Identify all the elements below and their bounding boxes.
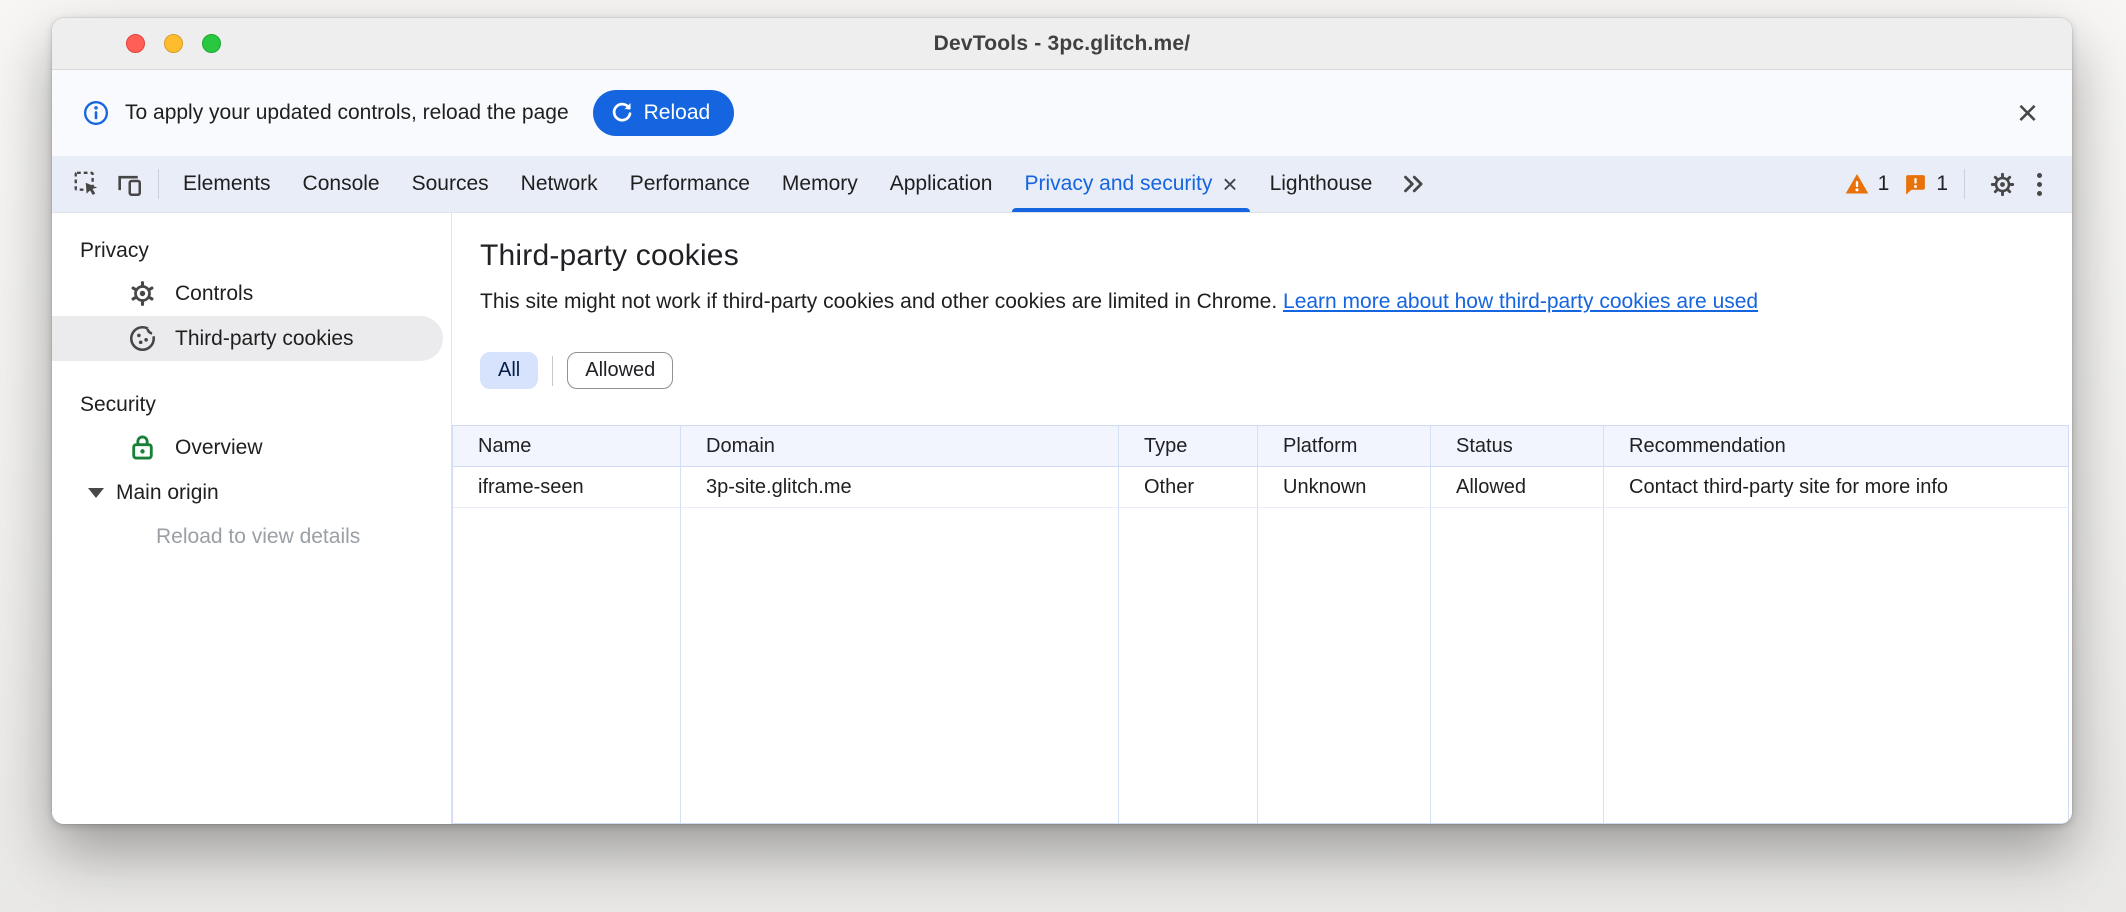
column-header-type[interactable]: Type bbox=[1119, 426, 1258, 467]
status-filter-group: All Allowed bbox=[480, 352, 2072, 389]
third-party-cookies-panel: Third-party cookies This site might not … bbox=[452, 213, 2072, 824]
filter-chip-allowed[interactable]: Allowed bbox=[567, 352, 673, 389]
table-cell-name[interactable]: iframe-seen bbox=[453, 467, 681, 508]
reload-button-label: Reload bbox=[644, 101, 711, 125]
sidebar-section-privacy: Privacy bbox=[52, 233, 451, 271]
table-empty-area bbox=[1604, 508, 2068, 823]
sidebar-item-third-party-cookies[interactable]: Third-party cookies bbox=[52, 316, 443, 361]
tab-console[interactable]: Console bbox=[289, 156, 394, 212]
triangle-down-icon bbox=[88, 488, 104, 498]
gear-icon bbox=[127, 278, 158, 309]
filter-divider bbox=[552, 356, 553, 386]
issue-icon bbox=[1903, 172, 1928, 197]
warning-icon bbox=[1844, 171, 1870, 197]
column-header-status[interactable]: Status bbox=[1431, 426, 1604, 467]
sidebar-item-controls[interactable]: Controls bbox=[52, 271, 443, 316]
column-header-name[interactable]: Name bbox=[453, 426, 681, 467]
table-empty-area bbox=[681, 508, 1119, 823]
reload-infobar: To apply your updated controls, reload t… bbox=[52, 70, 2072, 156]
device-toolbar-icon[interactable] bbox=[109, 164, 149, 204]
table-cell-status[interactable]: Allowed bbox=[1431, 467, 1604, 508]
warning-count: 1 bbox=[1878, 172, 1890, 196]
inspect-element-icon[interactable] bbox=[67, 164, 107, 204]
devtools-window: DevTools - 3pc.glitch.me/ To apply your … bbox=[52, 18, 2072, 824]
tab-memory[interactable]: Memory bbox=[768, 156, 872, 212]
tab-application[interactable]: Application bbox=[876, 156, 1007, 212]
column-header-platform[interactable]: Platform bbox=[1258, 426, 1431, 467]
tab-performance[interactable]: Performance bbox=[616, 156, 764, 212]
table-empty-area bbox=[1431, 508, 1604, 823]
infobar-message: To apply your updated controls, reload t… bbox=[125, 101, 569, 125]
column-header-recommendation[interactable]: Recommendation bbox=[1604, 426, 2068, 467]
more-tabs-icon[interactable] bbox=[1388, 156, 1438, 212]
tab-lighthouse[interactable]: Lighthouse bbox=[1256, 156, 1387, 212]
reload-button[interactable]: Reload bbox=[593, 90, 735, 136]
privacy-security-sidebar: Privacy Controls bbox=[52, 213, 452, 824]
column-header-domain[interactable]: Domain bbox=[681, 426, 1119, 467]
sidebar-section-security: Security bbox=[52, 387, 451, 425]
page-title: Third-party cookies bbox=[480, 239, 2072, 273]
info-icon bbox=[82, 99, 110, 127]
table-empty-area bbox=[1119, 508, 1258, 823]
infobar-close-icon[interactable]: × bbox=[2017, 95, 2038, 131]
toolbar-divider bbox=[158, 169, 159, 199]
sidebar-note: Reload to view details bbox=[52, 515, 451, 549]
filter-chip-all[interactable]: All bbox=[480, 352, 538, 389]
tab-close-icon[interactable]: × bbox=[1222, 171, 1237, 197]
table-empty-area bbox=[453, 508, 681, 823]
customize-devtools-icon[interactable] bbox=[2023, 165, 2056, 204]
issues-counter[interactable]: 1 bbox=[1903, 172, 1948, 197]
cookies-table: Name Domain Type Platform Status Recomme… bbox=[452, 425, 2069, 824]
tab-elements[interactable]: Elements bbox=[169, 156, 285, 212]
sidebar-item-main-origin[interactable]: Main origin bbox=[52, 470, 443, 515]
table-cell-domain[interactable]: 3p-site.glitch.me bbox=[681, 467, 1119, 508]
tab-privacy-and-security[interactable]: Privacy and security × bbox=[1010, 156, 1251, 212]
tab-sources[interactable]: Sources bbox=[398, 156, 503, 212]
table-empty-area bbox=[1258, 508, 1431, 823]
table-cell-type[interactable]: Other bbox=[1119, 467, 1258, 508]
learn-more-link[interactable]: Learn more about how third-party cookies… bbox=[1283, 290, 1758, 313]
settings-gear-icon[interactable] bbox=[1982, 170, 2022, 199]
tab-network[interactable]: Network bbox=[507, 156, 612, 212]
toolbar-divider bbox=[1964, 169, 1965, 199]
warnings-counter[interactable]: 1 bbox=[1844, 171, 1890, 197]
sidebar-item-label: Controls bbox=[175, 282, 253, 306]
sidebar-item-label: Third-party cookies bbox=[175, 327, 354, 351]
issue-count: 1 bbox=[1936, 172, 1948, 196]
sidebar-item-overview[interactable]: Overview bbox=[52, 425, 443, 470]
title-bar: DevTools - 3pc.glitch.me/ bbox=[52, 18, 2072, 70]
panel-description: This site might not work if third-party … bbox=[480, 290, 2072, 314]
sidebar-item-label: Overview bbox=[175, 436, 263, 460]
lock-icon bbox=[127, 432, 158, 463]
table-cell-recommendation[interactable]: Contact third-party site for more info bbox=[1604, 467, 2068, 508]
cookie-icon bbox=[127, 323, 158, 354]
window-title: DevTools - 3pc.glitch.me/ bbox=[52, 32, 2072, 56]
sidebar-item-label: Main origin bbox=[116, 481, 219, 505]
table-cell-platform[interactable]: Unknown bbox=[1258, 467, 1431, 508]
reload-icon bbox=[609, 100, 635, 126]
devtools-toolbar: Elements Console Sources Network Perform… bbox=[52, 156, 2072, 213]
